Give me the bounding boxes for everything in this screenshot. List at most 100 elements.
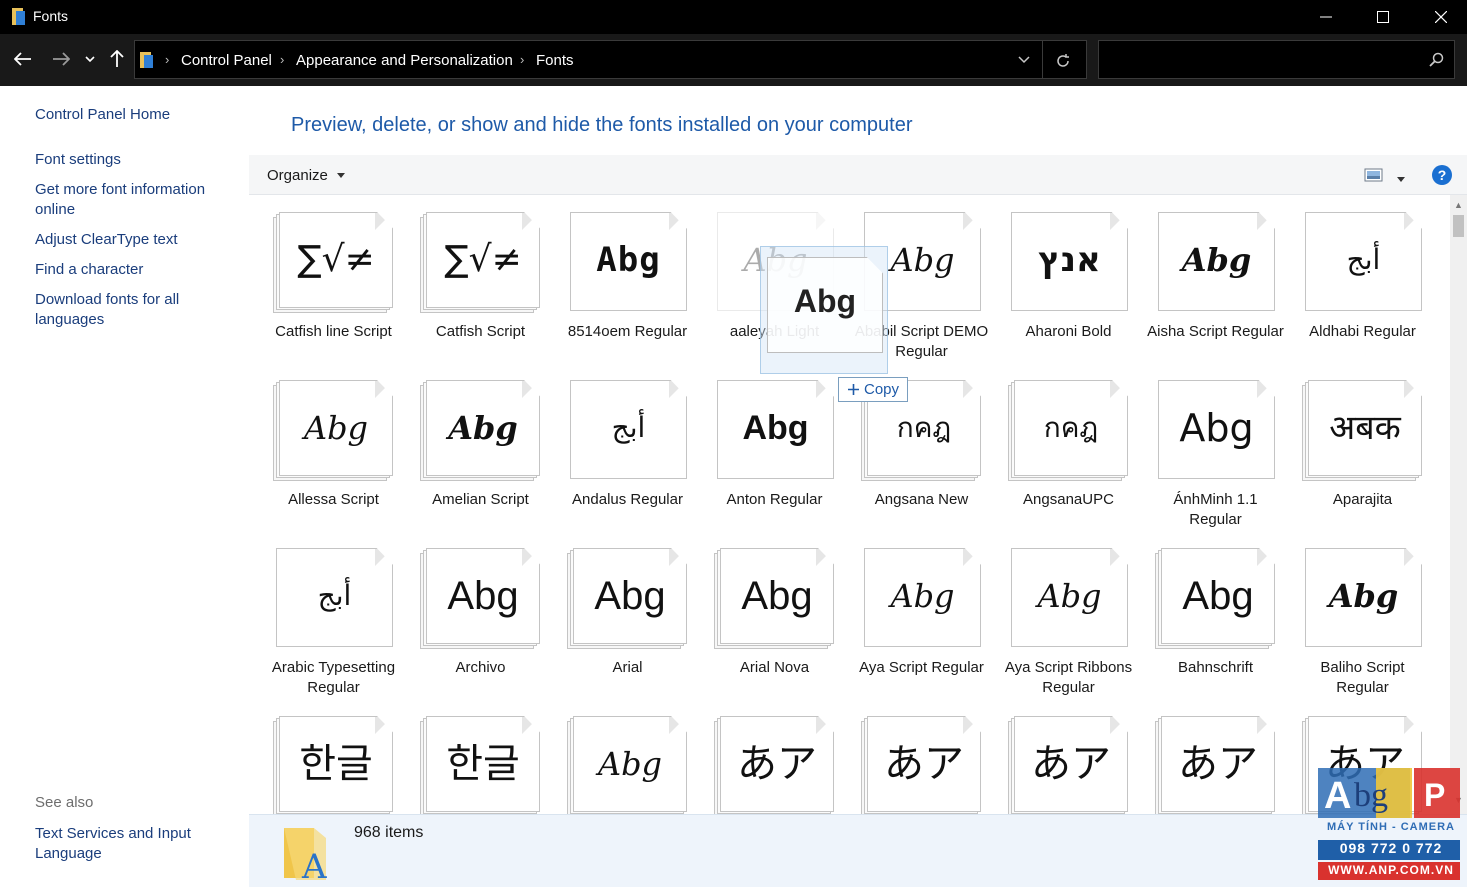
font-sample: אנץ	[1038, 240, 1101, 280]
breadcrumb-appearance[interactable]: Appearance and Personalization	[296, 52, 513, 69]
help-button[interactable]: ?	[1432, 165, 1452, 185]
change-view-button[interactable]	[1364, 167, 1384, 188]
control-panel-home-link[interactable]: Control Panel Home	[35, 105, 235, 125]
divider	[1042, 41, 1043, 78]
font-family-icon: あア	[714, 716, 834, 814]
font-item[interactable]: Abg Arial Nova	[701, 544, 848, 712]
copy-label: Copy	[864, 381, 900, 398]
font-sample: Abg	[1179, 406, 1254, 450]
svg-text:A: A	[301, 847, 327, 882]
see-also-label: See also	[35, 794, 94, 811]
address-bar[interactable]: › Control Panel › Appearance and Persona…	[134, 40, 1087, 79]
font-family-icon: Abg	[273, 380, 393, 481]
font-item[interactable]: Abg Baliho Script Regular	[1289, 544, 1436, 712]
close-button[interactable]	[1412, 0, 1467, 34]
organize-menu-button[interactable]: Organize	[267, 167, 345, 184]
font-item[interactable]: Abg Arial	[554, 544, 701, 712]
view-options-dropdown[interactable]	[1397, 169, 1405, 187]
more-font-info-link[interactable]: Get more font information online	[35, 180, 235, 220]
font-file-icon: Abg	[567, 212, 687, 312]
font-sample: あア	[1178, 741, 1258, 787]
breadcrumb-separator: ›	[165, 52, 170, 67]
font-item[interactable]: Abg Aya Script Regular	[848, 544, 995, 712]
find-character-link[interactable]: Find a character	[35, 260, 235, 280]
font-preview-page: 한글	[426, 716, 540, 812]
font-item[interactable]: Abg Archivo	[407, 544, 554, 712]
font-item[interactable]: Abg Allessa Script	[260, 376, 407, 544]
minimize-button[interactable]	[1297, 0, 1355, 34]
breadcrumb-fonts[interactable]: Fonts	[536, 52, 574, 69]
refresh-button[interactable]	[1052, 50, 1074, 72]
watermark-line2: 098 772 0 772	[1339, 840, 1443, 856]
font-file-icon: أبج	[567, 380, 687, 480]
font-item[interactable]: אנץ Aharoni Bold	[995, 208, 1142, 376]
close-icon	[1435, 11, 1447, 23]
page-fold	[375, 549, 392, 566]
font-item[interactable]: أبج Arabic Typesetting Regular	[260, 544, 407, 712]
font-settings-link[interactable]: Font settings	[35, 150, 235, 170]
watermark-line1: MÁY TÍNH - CAMERA	[1326, 821, 1455, 833]
font-item[interactable]: ∑√≠ Catfish line Script	[260, 208, 407, 376]
page-fold	[1404, 213, 1421, 230]
search-input[interactable]	[1105, 48, 1415, 72]
font-sample: 한글	[446, 741, 520, 787]
font-item[interactable]: أبج Andalus Regular	[554, 376, 701, 544]
maximize-icon	[1377, 11, 1389, 23]
scroll-thumb[interactable]	[1453, 215, 1464, 237]
font-family-icon: Abg	[714, 548, 834, 649]
font-item[interactable]: Abg 8514oem Regular	[554, 208, 701, 376]
font-sample: Abg	[447, 574, 519, 618]
font-item[interactable]: あア	[1142, 712, 1289, 814]
font-item[interactable]: Abg Anton Regular	[701, 376, 848, 544]
font-item[interactable]: Abg Amelian Script	[407, 376, 554, 544]
back-button[interactable]	[10, 46, 36, 72]
font-preview-page: أبج	[276, 548, 393, 647]
font-item[interactable]: ∑√≠ Catfish Script	[407, 208, 554, 376]
font-item[interactable]: 한글	[260, 712, 407, 814]
page-fold	[1404, 381, 1421, 398]
recent-locations-button[interactable]	[79, 46, 101, 72]
text-services-link[interactable]: Text Services and Input Language	[35, 824, 235, 864]
font-family-icon: 한글	[420, 716, 540, 814]
font-item[interactable]: Abg ÁnhMinh 1.1 Regular	[1142, 376, 1289, 544]
watermark-logo: A bg P MÁY TÍNH - CAMERA 098 772 0 772 W…	[1316, 768, 1463, 883]
font-preview-page: ∑√≠	[279, 212, 393, 308]
font-item[interactable]: Abg	[554, 712, 701, 814]
svg-text:bg: bg	[1354, 777, 1388, 814]
font-item[interactable]: 한글	[407, 712, 554, 814]
font-name: Aparajita	[1332, 491, 1393, 508]
breadcrumb-separator[interactable]: ›	[280, 52, 284, 67]
font-item[interactable]: Abg Aya Script Ribbons Regular	[995, 544, 1142, 712]
vertical-scrollbar[interactable]: ▲ ▼	[1450, 195, 1467, 814]
scroll-up-arrow-icon[interactable]: ▲	[1454, 200, 1463, 210]
address-history-dropdown[interactable]	[1013, 50, 1035, 70]
drag-font-sample: Abg	[793, 283, 857, 319]
font-item[interactable]: あア	[995, 712, 1142, 814]
font-item[interactable]: Abg Aisha Script Regular	[1142, 208, 1289, 376]
search-icon[interactable]	[1429, 52, 1444, 67]
font-item[interactable]: あア	[848, 712, 995, 814]
adjust-cleartype-link[interactable]: Adjust ClearType text	[35, 230, 235, 250]
font-sample: Abg	[741, 574, 813, 618]
font-item[interactable]: अबक Aparajita	[1289, 376, 1436, 544]
font-preview-page: Abg	[1158, 380, 1275, 479]
search-box[interactable]	[1098, 40, 1455, 79]
maximize-button[interactable]	[1354, 0, 1412, 34]
page-fold	[816, 549, 833, 566]
page-fold	[375, 381, 392, 398]
font-item[interactable]: أبج Aldhabi Regular	[1289, 208, 1436, 376]
font-item[interactable]: Abg Bahnschrift	[1142, 544, 1289, 712]
font-family-icon: あア	[1008, 716, 1128, 814]
download-fonts-link[interactable]: Download fonts for all languages	[35, 290, 235, 330]
breadcrumb-separator[interactable]: ›	[520, 52, 524, 67]
font-preview-page: Abg	[573, 548, 687, 644]
font-file-icon: أبج	[1302, 212, 1422, 312]
up-button[interactable]	[104, 46, 130, 72]
font-item[interactable]: กคฎ AngsanaUPC	[995, 376, 1142, 544]
breadcrumb-control-panel[interactable]: Control Panel	[181, 52, 272, 69]
page-fold	[1110, 213, 1127, 230]
forward-button[interactable]	[48, 46, 74, 72]
organize-label: Organize	[267, 167, 328, 184]
font-sample: Abg	[1328, 577, 1399, 615]
font-item[interactable]: あア	[701, 712, 848, 814]
